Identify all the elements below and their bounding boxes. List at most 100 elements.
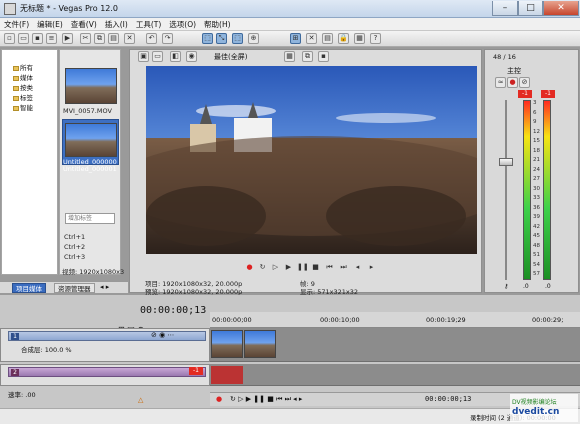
auto-ripple-icon[interactable]: ▤ bbox=[322, 33, 333, 44]
meter-tick: 3 bbox=[533, 100, 537, 106]
save-icon[interactable]: ▪ bbox=[32, 33, 43, 44]
go-to-start-icon[interactable]: ⏮ bbox=[325, 263, 334, 272]
cut-icon[interactable]: ✂ bbox=[80, 33, 91, 44]
video-event-frame-1[interactable] bbox=[211, 330, 243, 358]
audio-track-2-header[interactable]: 2 -1 bbox=[0, 364, 210, 386]
open-icon[interactable]: ▭ bbox=[18, 33, 29, 44]
selection-tool-icon[interactable]: ⬚ bbox=[232, 33, 243, 44]
snapping-icon[interactable]: ⊞ bbox=[290, 33, 301, 44]
rate-slider-icon[interactable]: △ bbox=[138, 396, 143, 404]
folder-icon bbox=[13, 105, 19, 111]
next-frame-icon[interactable]: ▸ bbox=[367, 263, 376, 272]
zoom-tool-icon[interactable]: ⊕ bbox=[248, 33, 259, 44]
timeline-transport-icons[interactable]: ↻ ▷ ▶ ❚❚ ■ ⏮ ⏭ ◂ ▸ bbox=[230, 395, 302, 404]
delete-icon[interactable]: ✕ bbox=[124, 33, 135, 44]
tree-item-tags[interactable]: 标签 bbox=[13, 92, 33, 102]
menu-tools[interactable]: 工具(T) bbox=[132, 18, 165, 31]
external-monitor-icon[interactable]: ▭ bbox=[152, 51, 163, 62]
meter-scale: 3 6 9 12 15 18 21 24 27 30 33 36 39 42 45 48 51 54 57 bbox=[533, 100, 542, 280]
media-thumbnail-1[interactable] bbox=[65, 68, 117, 104]
timeline-ruler[interactable]: 00:00:00;00 00:00:10;00 00:00:19;29 00:0… bbox=[210, 312, 580, 328]
help-icon[interactable]: ? bbox=[370, 33, 381, 44]
shortcut-1: Ctrl+1 bbox=[64, 233, 86, 241]
envelope-tool-icon[interactable]: ⤡ bbox=[216, 33, 227, 44]
menu-insert[interactable]: 插入(I) bbox=[101, 18, 132, 31]
minimize-button[interactable]: – bbox=[492, 1, 518, 16]
master-meter-right bbox=[543, 100, 551, 280]
tag-input[interactable] bbox=[65, 213, 115, 224]
new-project-icon[interactable]: ▫ bbox=[4, 33, 15, 44]
tab-explorer[interactable]: 资源管理器 bbox=[54, 283, 95, 293]
maximize-button[interactable]: □ bbox=[518, 1, 543, 16]
overlay-icon[interactable]: ◉ bbox=[186, 51, 197, 62]
playback-rate: 速率: .00 bbox=[8, 391, 36, 399]
folder-icon bbox=[13, 75, 19, 81]
folder-icon bbox=[13, 65, 19, 71]
ignore-grouping-icon[interactable]: ▦ bbox=[354, 33, 365, 44]
media-label-3: Untitled_000001 bbox=[63, 165, 117, 173]
master-meter-left bbox=[523, 100, 531, 280]
tree-item-by-type[interactable]: 按类 bbox=[13, 82, 33, 92]
save-snapshot-icon[interactable]: ▪ bbox=[318, 51, 329, 62]
lock-envelopes-icon[interactable]: 🔒 bbox=[338, 33, 349, 44]
menu-edit[interactable]: 编辑(E) bbox=[33, 18, 67, 31]
stop-icon[interactable]: ■ bbox=[311, 263, 320, 272]
copy-icon[interactable]: ⧉ bbox=[94, 33, 105, 44]
split-screen-icon[interactable]: ◧ bbox=[170, 51, 181, 62]
master-solo-icon[interactable]: ⊘ bbox=[519, 77, 530, 88]
master-fx-icon[interactable]: ≈ bbox=[495, 77, 506, 88]
close-button[interactable]: ✕ bbox=[543, 1, 579, 16]
redo-icon[interactable]: ↷ bbox=[162, 33, 173, 44]
menu-options[interactable]: 选项(O) bbox=[165, 18, 200, 31]
master-lock-icon[interactable]: ⚷ bbox=[504, 283, 508, 290]
tree-item-smart-bins[interactable]: 智能 bbox=[13, 102, 33, 112]
copy-snapshot-icon[interactable]: ⧉ bbox=[302, 51, 313, 62]
undo-icon[interactable]: ↶ bbox=[146, 33, 157, 44]
menu-view[interactable]: 查看(V) bbox=[67, 18, 101, 31]
auto-crossfade-icon[interactable]: ✕ bbox=[306, 33, 317, 44]
paste-icon[interactable]: ▤ bbox=[108, 33, 119, 44]
track-1-controls-icons[interactable]: ⊘ ◉ ⋯ bbox=[151, 331, 174, 339]
preview-quality-select[interactable]: 最佳(全屏) bbox=[214, 52, 247, 62]
normal-edit-tool-icon[interactable]: ⬚ bbox=[202, 33, 213, 44]
video-track-1-header[interactable]: 1 合成层: 100.0 % ⊘ ◉ ⋯ bbox=[0, 328, 210, 362]
audio-lane-2[interactable] bbox=[210, 364, 580, 386]
preview-properties-icon[interactable]: ▣ bbox=[138, 51, 149, 62]
meter-tick: 15 bbox=[533, 138, 540, 144]
meter-tick: 24 bbox=[533, 166, 540, 173]
play-from-start-icon[interactable]: ▷ bbox=[271, 263, 280, 272]
media-thumbnail-2[interactable] bbox=[65, 123, 117, 157]
tree-item-all[interactable]: 所有 bbox=[13, 62, 33, 72]
track-2-level: -1 bbox=[189, 367, 203, 375]
status-bar: 录制时间 (2 通道): 00:00:00 bbox=[0, 408, 580, 424]
menu-file[interactable]: 文件(F) bbox=[0, 18, 33, 31]
video-lane-1[interactable] bbox=[210, 328, 580, 362]
timeline-timecode: 00:00:00;13 bbox=[140, 305, 207, 316]
meter-tick: 45 bbox=[533, 233, 540, 239]
render-icon[interactable]: ▶ bbox=[62, 33, 73, 44]
play-icon[interactable]: ▶ bbox=[284, 263, 293, 272]
pause-icon[interactable]: ❚❚ bbox=[297, 263, 309, 272]
master-fader-track bbox=[505, 100, 507, 280]
master-mute-icon[interactable]: ● bbox=[507, 77, 518, 88]
tab-project-media[interactable]: 项目媒体 bbox=[12, 283, 46, 293]
master-fader-handle[interactable] bbox=[499, 158, 513, 166]
timeline-record-icon[interactable]: ● bbox=[216, 395, 222, 403]
loop-icon[interactable]: ↻ bbox=[258, 263, 267, 272]
properties-icon[interactable]: ≡ bbox=[46, 33, 57, 44]
overlays-icon[interactable]: ▦ bbox=[284, 51, 295, 62]
ruler-label-1: 00:00:00;00 bbox=[212, 316, 252, 324]
track-2-number: 2 bbox=[11, 369, 19, 376]
go-to-end-icon[interactable]: ⏭ bbox=[339, 263, 348, 272]
prev-frame-icon[interactable]: ◂ bbox=[353, 263, 362, 272]
meter-tick: 57 bbox=[533, 271, 540, 277]
meter-tick: 48 bbox=[533, 242, 540, 249]
master-readout: 48 / 16 bbox=[493, 53, 516, 61]
audio-event[interactable] bbox=[211, 366, 243, 384]
menu-help[interactable]: 帮助(H) bbox=[200, 18, 235, 31]
tab-scroll-arrows-icon[interactable]: ◂ ▸ bbox=[100, 283, 109, 291]
master-label: 主控 bbox=[507, 67, 521, 75]
record-icon[interactable]: ● bbox=[245, 263, 254, 272]
tree-item-media-bins[interactable]: 媒体 bbox=[13, 72, 33, 82]
video-event-frame-2[interactable] bbox=[244, 330, 276, 358]
